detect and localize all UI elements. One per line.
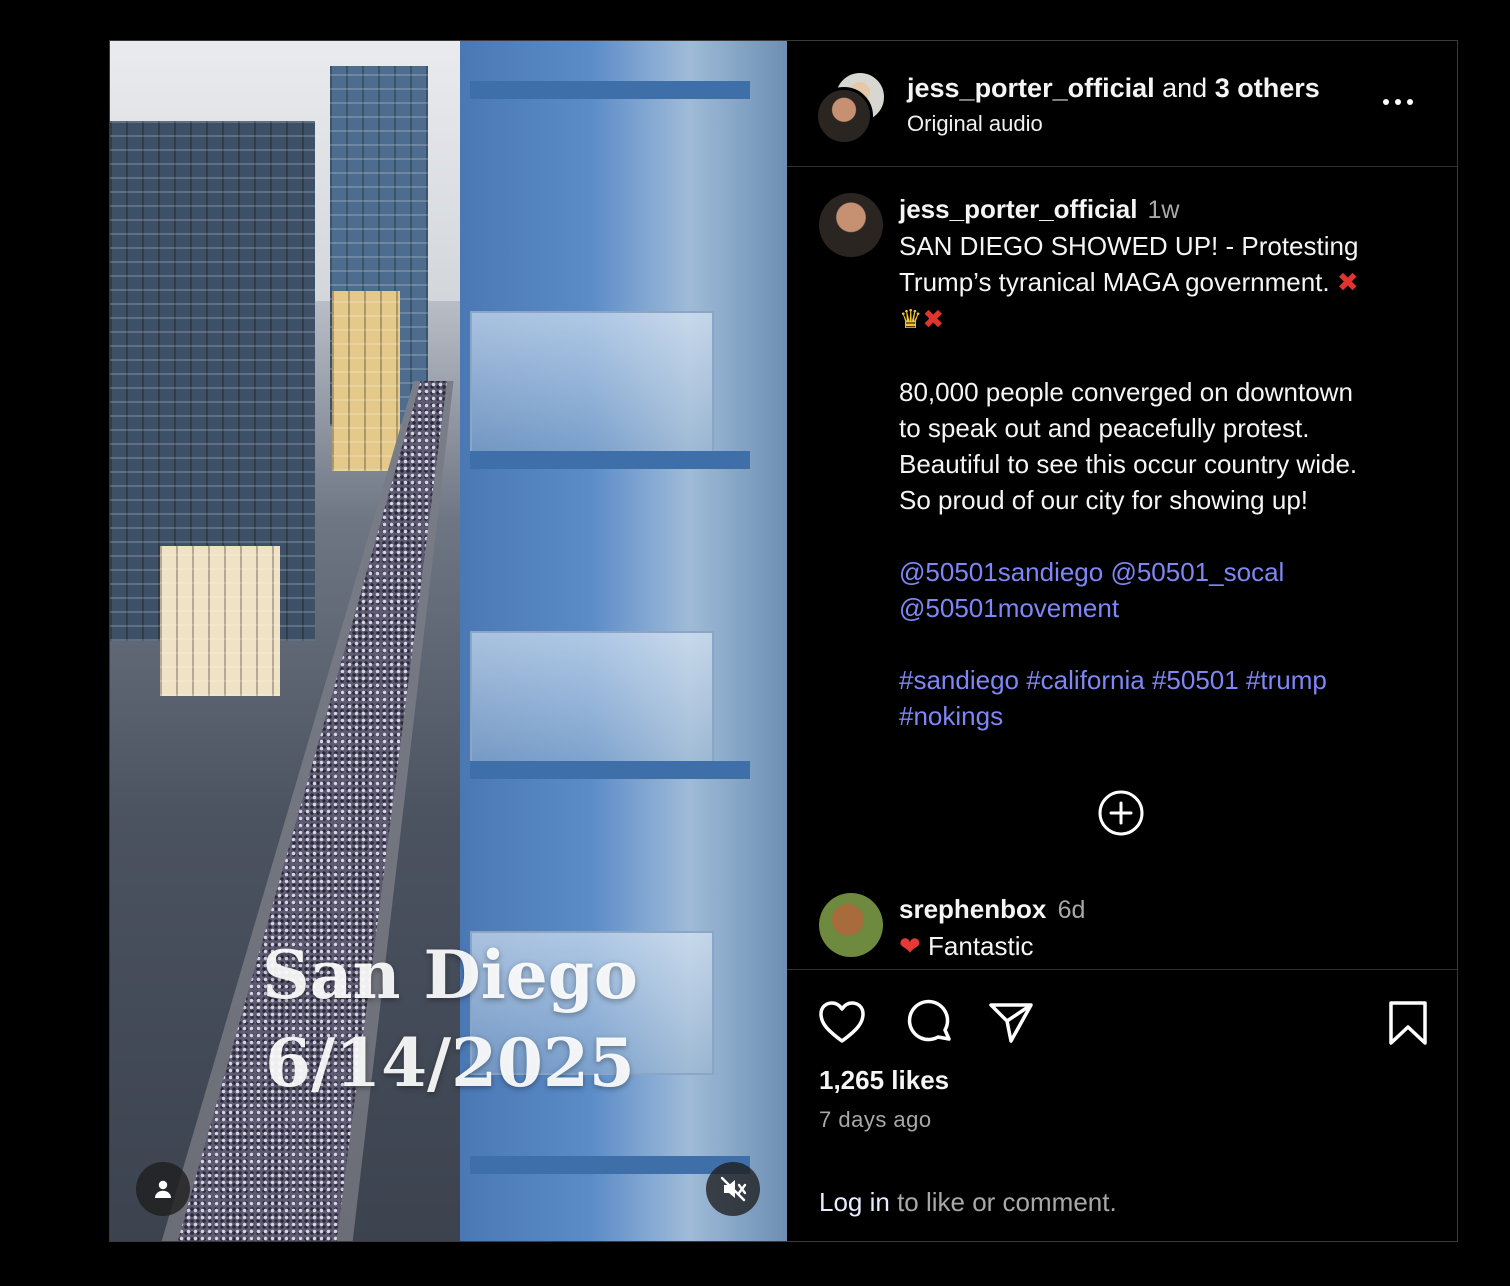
caption-line: Trump’s tyranical MAGA government. ✖ [899,264,1439,301]
comment-time: 6d [1057,896,1086,924]
more-icon [1383,99,1389,105]
heart-icon [819,1001,865,1043]
balcony-glass [470,631,714,775]
caption-username[interactable]: jess_porter_official [899,194,1137,224]
login-prompt: Log in to like or comment. [819,1187,1117,1218]
mention-link[interactable]: @50501sandiego @50501_socal [899,554,1439,590]
header-username[interactable]: jess_porter_official [907,73,1155,103]
video-building [160,546,280,696]
heart-emoji: ❤ [899,932,921,962]
mute-button[interactable] [706,1162,760,1216]
balcony-slab [470,451,750,469]
crown-emoji: ♛ [899,305,923,335]
caption-line: So proud of our city for showing up! [899,485,1309,515]
load-more-comments-button[interactable] [1097,789,1145,842]
save-button[interactable] [1387,999,1429,1052]
post-date[interactable]: 7 days ago [819,1107,932,1133]
comment-username[interactable]: srephenbox [899,894,1046,924]
hashtag-link[interactable]: #sandiego #california #50501 #trump [899,662,1439,698]
add-comment-icon [1098,790,1144,836]
post-header: jess_porter_official and 3 others Origin… [787,41,1457,167]
bookmark-icon [1389,1001,1427,1045]
comment-icon [907,999,951,1042]
overlay-date: 6/14/2025 [265,1024,635,1102]
mention-link[interactable]: @50501movement [899,590,1439,626]
caption-gap [899,338,1439,374]
more-options-button[interactable] [1383,99,1413,105]
caption-time[interactable]: 1w [1147,196,1179,224]
cross-emoji: ✖ [1336,268,1359,298]
mute-icon [720,1176,747,1202]
overlay-city: San Diego [262,936,638,1014]
post-side-panel: jess_porter_official and 3 others Origin… [787,41,1457,1241]
likes-count[interactable]: 1,265 likes [819,1065,949,1096]
caption-avatar[interactable] [819,193,883,257]
divider [787,969,1457,970]
login-link[interactable]: Log in [819,1187,890,1217]
caption-gap [899,626,1439,662]
post-dialog: San Diego 6/14/2025 jess_porter_official… [109,40,1458,1242]
comment-avatar[interactable] [819,893,883,957]
tagged-users-button[interactable] [136,1162,190,1216]
video-overlay-text: San Diego 6/14/2025 [260,931,640,1107]
person-icon [155,1180,171,1198]
more-icon [1395,99,1401,105]
balcony-slab [470,81,750,99]
login-rest: to like or comment. [889,1187,1117,1217]
avatar[interactable] [815,87,873,145]
comment-button[interactable] [907,999,955,1052]
share-icon [989,1003,1033,1043]
cross-emoji: ✖ [922,305,945,335]
more-icon [1407,99,1413,105]
like-button[interactable] [817,999,867,1050]
balcony-slab [470,761,750,779]
comment-item: srephenbox 6d ❤ Fantastic [899,891,1085,965]
balcony-slab [470,1156,750,1174]
share-button[interactable] [987,999,1035,1052]
header-usernames: jess_porter_official and 3 others [907,73,1320,104]
comment-text: Fantastic [928,931,1034,961]
header-and: and [1162,73,1208,103]
header-others[interactable]: 3 others [1215,73,1320,103]
caption-line: 80,000 people converged on downtown [899,377,1353,407]
audio-label[interactable]: Original audio [907,111,1043,137]
caption-gap [899,518,1439,554]
hashtag-link[interactable]: #nokings [899,698,1439,734]
caption-line: SAN DIEGO SHOWED UP! - Protesting [899,231,1359,261]
post-caption: jess_porter_official 1w SAN DIEGO SHOWED … [899,191,1439,734]
caption-text: Trump’s tyranical MAGA government. [899,267,1330,297]
caption-line: ♛✖ [899,301,1439,338]
caption-line: Beautiful to see this occur country wide… [899,449,1358,479]
balcony-glass [470,311,714,455]
post-video[interactable]: San Diego 6/14/2025 [110,41,787,1241]
caption-line: to speak out and peacefully protest. [899,413,1310,443]
video-building [332,291,400,471]
